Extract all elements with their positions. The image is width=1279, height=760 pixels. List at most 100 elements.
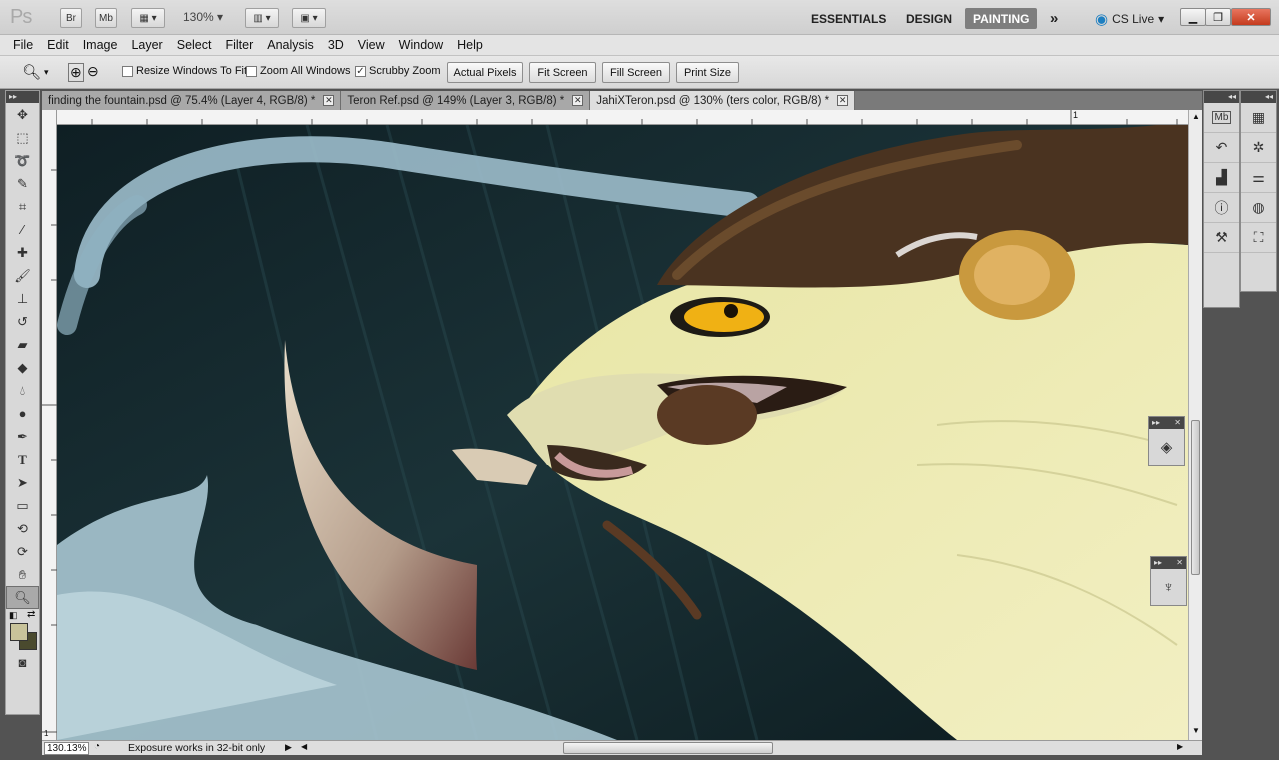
close-tab-icon[interactable]: ✕ xyxy=(572,95,584,106)
actual-pixels-button[interactable]: Actual Pixels xyxy=(447,62,523,83)
workspace-design[interactable]: DESIGN xyxy=(898,8,960,29)
vertical-ruler[interactable]: 1 xyxy=(42,110,57,740)
history-panel-button[interactable]: ↶ xyxy=(1204,133,1239,163)
fill-screen-button[interactable]: Fill Screen xyxy=(602,62,670,83)
menu-analysis[interactable]: Analysis xyxy=(260,38,321,52)
scrubby-zoom-checkbox[interactable]: ✓ Scrubby Zoom xyxy=(355,65,441,77)
eraser-tool[interactable]: ▰ xyxy=(6,333,39,356)
tab-finding-the-fountain[interactable]: finding the fountain.psd @ 75.4% (Layer … xyxy=(42,91,342,110)
blur-tool[interactable]: 💧︎ xyxy=(6,379,39,402)
adjustments-panel-button[interactable]: ⚌ xyxy=(1241,163,1276,193)
menu-edit[interactable]: Edit xyxy=(40,38,76,52)
status-expand-arrow-icon[interactable]: ▶ xyxy=(285,742,292,753)
status-menu-icon[interactable]: ◔ xyxy=(94,741,100,752)
dodge-tool[interactable]: ● xyxy=(6,402,39,425)
info-panel-button[interactable]: ⓘ xyxy=(1204,193,1239,223)
histogram-panel-button[interactable]: ▟ xyxy=(1204,163,1239,193)
expand-arrow-icon[interactable]: ▸▸ xyxy=(1154,557,1162,569)
mini-bridge-button[interactable]: Mb xyxy=(95,8,117,28)
zoom-in-mode-button[interactable]: ⊕ xyxy=(68,63,84,82)
cs-live-menu[interactable]: ◉ CS Live ▾ xyxy=(1095,10,1164,28)
pen-tool[interactable]: ✒ xyxy=(6,425,39,448)
minimize-button[interactable]: ▁ xyxy=(1180,8,1206,26)
restore-button[interactable]: ❐ xyxy=(1205,8,1231,26)
swap-colors-icon[interactable]: ⇄ xyxy=(27,609,35,620)
3d-rotate-tool[interactable]: ⟲ xyxy=(6,517,39,540)
horizontal-scroll-thumb[interactable] xyxy=(563,742,773,754)
tool-presets-panel-button[interactable]: ⚒ xyxy=(1204,223,1239,253)
document-canvas[interactable] xyxy=(57,125,1188,740)
hand-tool[interactable]: ✋︎ xyxy=(6,563,39,586)
type-tool[interactable]: T xyxy=(6,448,39,471)
scroll-up-icon[interactable]: ▲ xyxy=(1192,112,1200,121)
tab-teron-ref[interactable]: Teron Ref.psd @ 149% (Layer 3, RGB/8) * … xyxy=(341,91,591,110)
marquee-tool[interactable]: ⬚ xyxy=(6,126,39,149)
eyedropper-tool[interactable]: ⁄ xyxy=(6,218,39,241)
vertical-scroll-thumb[interactable] xyxy=(1191,420,1200,575)
tab-jahixteron[interactable]: JahiXTeron.psd @ 130% (ters color, RGB/8… xyxy=(590,91,856,110)
foreground-color-swatch[interactable] xyxy=(10,623,28,641)
menu-window[interactable]: Window xyxy=(392,38,450,52)
menu-filter[interactable]: Filter xyxy=(218,38,260,52)
tools-panel-collapse[interactable]: ▸▸ xyxy=(6,91,39,103)
move-tool[interactable]: ✥ xyxy=(6,103,39,126)
workspace-painting[interactable]: PAINTING xyxy=(965,8,1038,29)
workspace-essentials[interactable]: ESSENTIALS xyxy=(803,8,894,29)
crop-tool[interactable]: ⌗ xyxy=(6,195,39,218)
more-workspaces-button[interactable]: » xyxy=(1042,8,1066,29)
masks-panel-button[interactable]: ◍ xyxy=(1241,193,1276,223)
scroll-left-icon[interactable]: ◀ xyxy=(301,742,307,751)
navigator-panel-button[interactable]: ✲ xyxy=(1241,133,1276,163)
menu-view[interactable]: View xyxy=(351,38,392,52)
close-panel-icon[interactable]: ✕ xyxy=(1174,417,1181,429)
panel-collapse-arrow[interactable]: ◂◂ xyxy=(1204,91,1239,103)
screen-mode-button[interactable]: ▣ ▾ xyxy=(292,8,326,28)
fit-screen-button[interactable]: Fit Screen xyxy=(529,62,596,83)
menu-select[interactable]: Select xyxy=(170,38,219,52)
scroll-right-icon[interactable]: ▶ xyxy=(1177,742,1183,751)
zoom-level-dropdown[interactable]: 130% ▾ xyxy=(183,10,223,24)
close-button[interactable]: ✕ xyxy=(1231,8,1271,26)
paint-bucket-tool[interactable]: ◆ xyxy=(6,356,39,379)
resize-windows-checkbox[interactable]: Resize Windows To Fit xyxy=(122,65,247,77)
zoom-all-windows-checkbox[interactable]: Zoom All Windows xyxy=(246,65,350,77)
arrange-documents-button[interactable]: ▥ ▾ xyxy=(245,8,279,28)
menu-image[interactable]: Image xyxy=(76,38,125,52)
view-extras-button[interactable]: ▦ ▾ xyxy=(131,8,165,28)
vertical-scrollbar[interactable]: ▲ ▼ xyxy=(1188,110,1202,740)
layers-panel-button[interactable]: ◈ xyxy=(1149,429,1184,465)
quick-mask-button[interactable]: ◙ xyxy=(6,651,39,674)
horizontal-ruler[interactable]: 1 xyxy=(57,110,1188,125)
pen-icon: ✒ xyxy=(17,428,28,444)
history-brush-tool[interactable]: ↺ xyxy=(6,310,39,333)
close-panel-icon[interactable]: ✕ xyxy=(1176,557,1183,569)
scroll-down-icon[interactable]: ▼ xyxy=(1192,726,1200,735)
zoom-out-mode-button[interactable]: ⊖ xyxy=(87,63,99,80)
brush-panel-button[interactable]: ♆ xyxy=(1151,569,1186,605)
healing-brush-tool[interactable]: ✚ xyxy=(6,241,39,264)
menu-file[interactable]: File xyxy=(6,38,40,52)
clone-stamp-tool[interactable]: ⊥ xyxy=(6,287,39,310)
print-size-button[interactable]: Print Size xyxy=(676,62,739,83)
menu-layer[interactable]: Layer xyxy=(124,38,169,52)
close-tab-icon[interactable]: ✕ xyxy=(323,95,335,106)
zoom-tool[interactable]: 🔍︎ xyxy=(6,586,39,609)
close-tab-icon[interactable]: ✕ xyxy=(837,95,849,106)
transform-panel-button[interactable]: ⛶ xyxy=(1241,223,1276,253)
panel-collapse-arrow[interactable]: ◂◂ xyxy=(1241,91,1276,103)
mini-bridge-panel-button[interactable]: Mb xyxy=(1204,103,1239,133)
lasso-tool[interactable]: ➰ xyxy=(6,149,39,172)
3d-orbit-tool[interactable]: ⟳ xyxy=(6,540,39,563)
tool-preset-picker[interactable]: 🔍︎ ▾ xyxy=(22,63,49,81)
path-selection-tool[interactable]: ➤ xyxy=(6,471,39,494)
expand-arrow-icon[interactable]: ▸▸ xyxy=(1152,417,1160,429)
default-colors-icon[interactable]: ◧ xyxy=(9,610,18,621)
brush-tool[interactable]: 🖌︎ xyxy=(6,264,39,287)
quick-selection-tool[interactable]: ✎ xyxy=(6,172,39,195)
shape-tool[interactable]: ▭ xyxy=(6,494,39,517)
menu-3d[interactable]: 3D xyxy=(321,38,351,52)
swatches-panel-button[interactable]: ▦ xyxy=(1241,103,1276,133)
menu-help[interactable]: Help xyxy=(450,38,490,52)
zoom-percentage-field[interactable]: 130.13% xyxy=(44,742,89,755)
bridge-button[interactable]: Br xyxy=(60,8,82,28)
